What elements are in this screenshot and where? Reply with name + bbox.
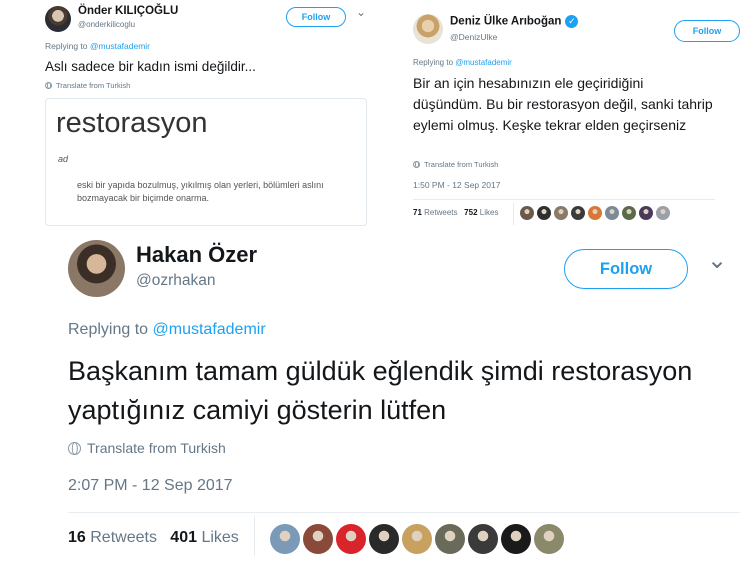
- tweet-stats: 16 Retweets 401 Likes: [68, 529, 239, 547]
- chevron-down-icon[interactable]: ⌄: [707, 246, 727, 275]
- avatar[interactable]: [413, 14, 443, 44]
- divider-vertical: [254, 516, 255, 556]
- avatar[interactable]: [45, 6, 71, 32]
- chevron-down-icon[interactable]: ⌄: [356, 5, 366, 19]
- follow-button[interactable]: Follow: [286, 7, 346, 27]
- author-handle[interactable]: @DenizUlke: [450, 32, 497, 42]
- liker-avatar[interactable]: [622, 206, 636, 220]
- divider: [413, 199, 715, 200]
- author-name[interactable]: Deniz Ülke Arıboğan ✓: [450, 15, 579, 28]
- replying-to: Replying to @mustafademir: [45, 41, 150, 51]
- liker-avatars: [520, 206, 673, 220]
- likes-label[interactable]: Likes: [201, 529, 238, 547]
- globe-icon: [45, 82, 52, 89]
- translate-label: Translate from Turkish: [424, 160, 499, 169]
- replying-to: Replying to @mustafademir: [68, 321, 266, 339]
- translate-label: Translate from Turkish: [56, 81, 131, 90]
- liker-avatar[interactable]: [369, 524, 399, 554]
- follow-button[interactable]: Follow: [674, 20, 740, 42]
- translate-link[interactable]: Translate from Turkish: [68, 440, 226, 456]
- liker-avatar[interactable]: [588, 206, 602, 220]
- tweet-text: Bir an için hesabınızın ele geçiridiğini…: [413, 75, 713, 133]
- mention-link[interactable]: @mustafademir: [90, 41, 150, 51]
- likes-count[interactable]: 752: [464, 208, 477, 217]
- retweets-count[interactable]: 71: [413, 208, 422, 217]
- retweets-count[interactable]: 16: [68, 529, 86, 547]
- tweet-stats: 71 Retweets 752 Likes: [413, 208, 498, 217]
- timestamp[interactable]: 1:50 PM - 12 Sep 2017: [413, 180, 500, 190]
- liker-avatar[interactable]: [501, 524, 531, 554]
- dictionary-card[interactable]: restorasyon ad eski bir yapıda bozulmuş,…: [45, 98, 367, 226]
- part-of-speech: ad: [58, 154, 69, 164]
- liker-avatar[interactable]: [534, 524, 564, 554]
- translate-label: Translate from Turkish: [87, 440, 226, 456]
- likes-label[interactable]: Likes: [480, 208, 499, 217]
- translate-link[interactable]: Translate from Turkish: [45, 81, 130, 90]
- liker-avatar[interactable]: [571, 206, 585, 220]
- liker-avatar[interactable]: [270, 524, 300, 554]
- dictionary-definition: eski bir yapıda bozulmuş, yıkılmış olan …: [77, 180, 324, 203]
- liker-avatar[interactable]: [336, 524, 366, 554]
- liker-avatar[interactable]: [402, 524, 432, 554]
- author-name-text: Deniz Ülke Arıboğan: [450, 15, 562, 28]
- liker-avatar[interactable]: [537, 206, 551, 220]
- timestamp[interactable]: 2:07 PM - 12 Sep 2017: [68, 477, 233, 495]
- author-name[interactable]: Önder KILIÇOĞLU: [78, 5, 178, 17]
- liker-avatar[interactable]: [639, 206, 653, 220]
- translate-link[interactable]: Translate from Turkish: [413, 160, 498, 169]
- tweet-card-deniz: Deniz Ülke Arıboğan ✓ @DenizUlke Follow R…: [404, 0, 750, 232]
- retweets-label[interactable]: Retweets: [90, 529, 157, 547]
- liker-avatars: [270, 524, 567, 554]
- liker-avatar[interactable]: [520, 206, 534, 220]
- liker-avatar[interactable]: [656, 206, 670, 220]
- avatar[interactable]: [68, 240, 125, 297]
- verified-icon: ✓: [565, 15, 579, 28]
- likes-count[interactable]: 401: [170, 529, 197, 547]
- dictionary-word: restorasyon: [56, 107, 208, 139]
- mention-link[interactable]: @mustafademir: [455, 58, 512, 67]
- replying-prefix: Replying to: [413, 58, 456, 67]
- globe-icon: [413, 161, 420, 168]
- liker-avatar[interactable]: [435, 524, 465, 554]
- replying-to: Replying to @mustafademir: [413, 58, 512, 67]
- author-handle[interactable]: @ozrhakan: [136, 272, 216, 290]
- replying-prefix: Replying to: [45, 41, 90, 51]
- liker-avatar[interactable]: [605, 206, 619, 220]
- tweet-text: Başkanım tamam güldük eğlendik şimdi res…: [68, 356, 693, 425]
- mention-link[interactable]: @mustafademir: [153, 321, 266, 338]
- tweet-card-hakan: Hakan Özer @ozrhakan Follow ⌄ Replying t…: [0, 232, 750, 562]
- liker-avatar[interactable]: [554, 206, 568, 220]
- tweet-card-onder: Önder KILIÇOĞLU @onderkilicoglu Follow ⌄…: [0, 0, 378, 232]
- tweet-text: Aslı sadece bir kadın ismi değildir...: [45, 59, 256, 74]
- replying-prefix: Replying to: [68, 321, 153, 338]
- follow-button[interactable]: Follow: [564, 249, 688, 289]
- author-handle[interactable]: @onderkilicoglu: [78, 20, 135, 29]
- divider: [68, 512, 740, 513]
- liker-avatar[interactable]: [303, 524, 333, 554]
- retweets-label[interactable]: Retweets: [424, 208, 457, 217]
- author-name[interactable]: Hakan Özer: [136, 242, 257, 268]
- liker-avatar[interactable]: [468, 524, 498, 554]
- globe-icon: [68, 441, 81, 455]
- divider-vertical: [513, 203, 514, 225]
